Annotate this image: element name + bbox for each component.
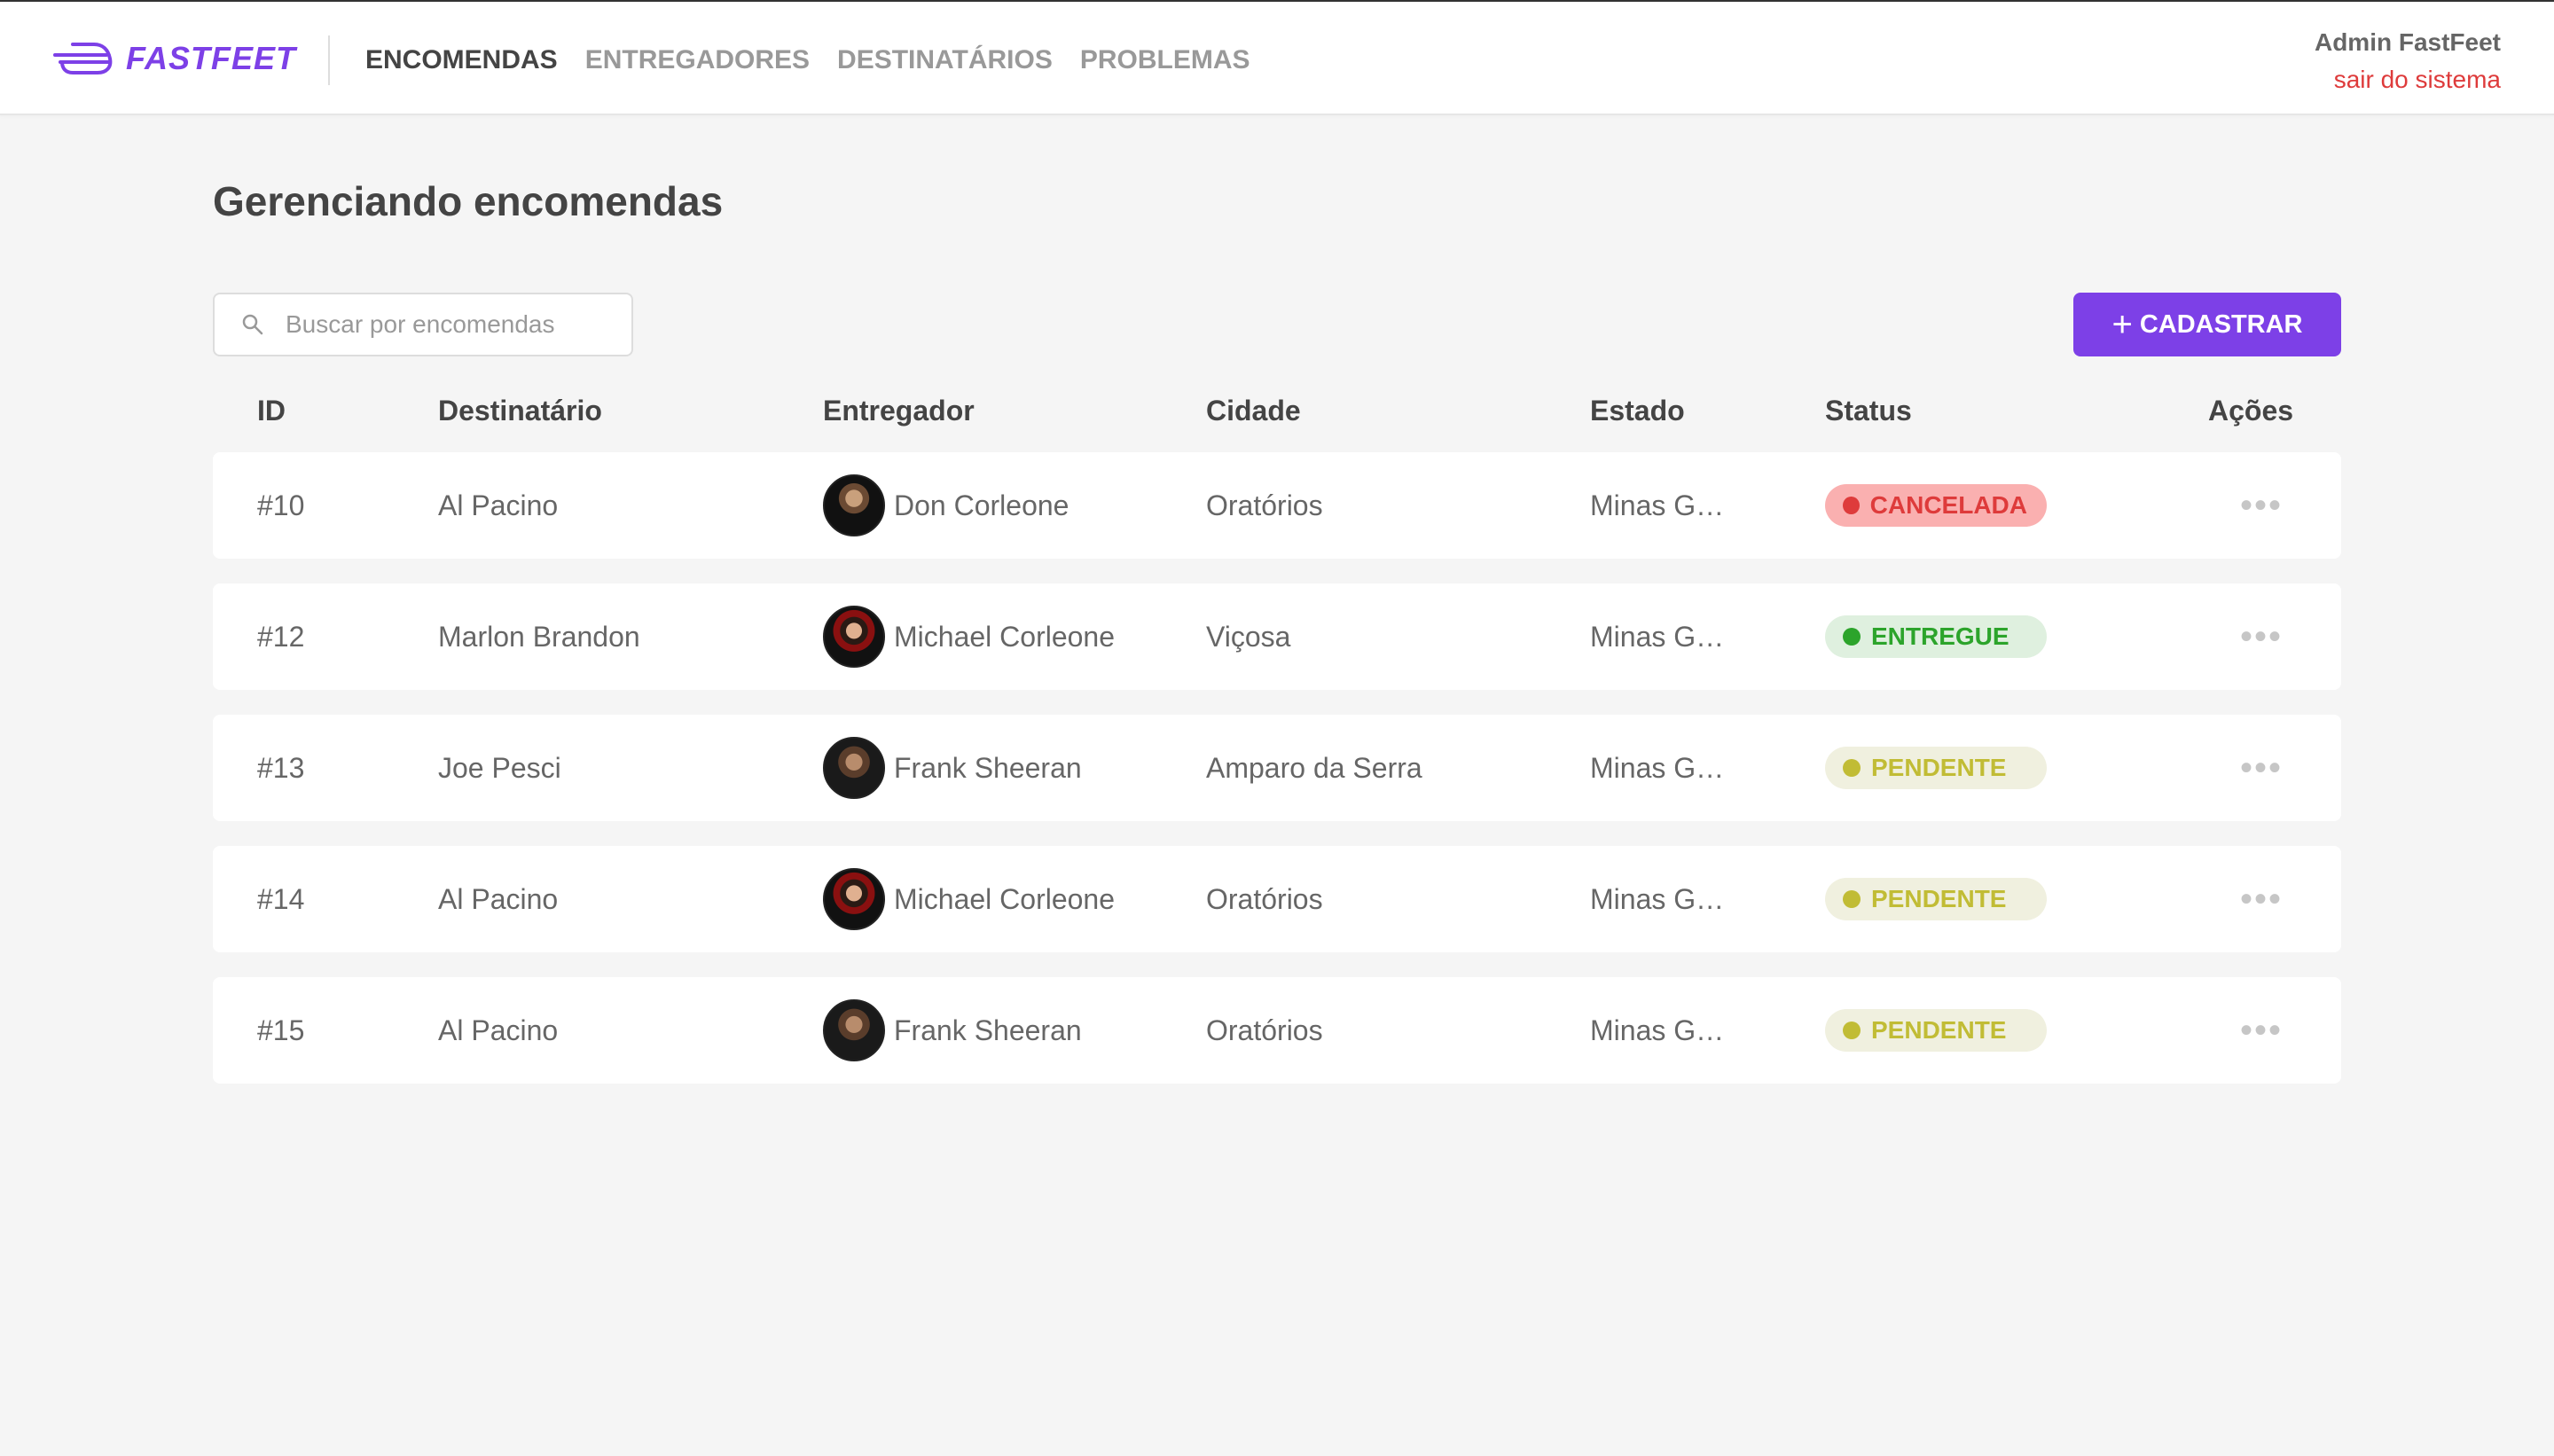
- logo-text: FASTFEET: [126, 40, 297, 76]
- nav-item-entregadores[interactable]: ENTREGADORES: [585, 43, 810, 78]
- state: Minas Gerais: [1590, 1014, 1732, 1046]
- state-cell: Minas Gerais: [1590, 583, 1732, 690]
- table-row: #14 Al Pacino Michael Corleone Oratórios…: [213, 846, 2341, 952]
- nav-item-problemas[interactable]: PROBLEMAS: [1080, 43, 1250, 78]
- column-header-state: Estado: [1590, 395, 1685, 427]
- column-header-status: Status: [1825, 395, 1912, 427]
- more-horizontal-icon[interactable]: •••: [2240, 715, 2283, 821]
- table-row: #12 Marlon Brandon Michael Corleone Viço…: [213, 583, 2341, 690]
- page-title: Gerenciando encomendas: [213, 178, 724, 224]
- deliveryman-cell: Frank Sheeran: [823, 977, 1082, 1084]
- nav-item-destinatarios[interactable]: DESTINATÁRIOS: [837, 43, 1053, 78]
- recipient-name: Al Pacino: [438, 1014, 559, 1046]
- status-label: PENDENTE: [1871, 1016, 2007, 1044]
- order-id: #12: [257, 620, 305, 653]
- recipient-name: Joe Pesci: [438, 751, 561, 784]
- table-header: ID Destinatário Entregador Cidade Estado…: [213, 390, 2341, 434]
- status-dot-icon: [1843, 1022, 1861, 1039]
- more-horizontal-icon[interactable]: •••: [2240, 583, 2283, 690]
- add-order-button-label: CADASTRAR: [2139, 309, 2303, 339]
- search-box[interactable]: [213, 293, 633, 356]
- search-input[interactable]: [286, 310, 623, 339]
- more-horizontal-icon[interactable]: •••: [2240, 452, 2283, 559]
- status-dot-icon: [1843, 890, 1861, 908]
- city: Viçosa: [1206, 620, 1291, 653]
- order-id: #15: [257, 1014, 305, 1046]
- deliveryman-cell: Michael Corleone: [823, 583, 1115, 690]
- recipient-name: Al Pacino: [438, 882, 559, 915]
- deliveryman-name: Frank Sheeran: [894, 751, 1082, 784]
- plus-icon: +: [2111, 305, 2133, 344]
- table-row: #15 Al Pacino Frank Sheeran Oratórios Mi…: [213, 977, 2341, 1084]
- deliveryman-name: Michael Corleone: [894, 620, 1116, 653]
- main-nav: ENCOMENDAS ENTREGADORES DESTINATÁRIOS PR…: [365, 43, 1278, 78]
- more-horizontal-icon[interactable]: •••: [2240, 846, 2283, 952]
- status-badge: CANCELADA: [1825, 484, 2047, 527]
- user-menu: Admin FastFeet sair do sistema: [2315, 27, 2501, 96]
- column-header-actions: Ações: [2208, 395, 2294, 427]
- status-label: CANCELADA: [1869, 491, 2027, 519]
- logo[interactable]: FASTFEET: [53, 34, 296, 83]
- search-icon: [242, 314, 263, 335]
- city: Amparo da Serra: [1206, 751, 1422, 784]
- order-id: #13: [257, 751, 305, 784]
- fast-truck-icon: [53, 43, 113, 74]
- state-cell: Minas Gerais: [1590, 846, 1732, 952]
- avatar: [823, 999, 885, 1061]
- add-order-button[interactable]: + CADASTRAR: [2073, 293, 2341, 356]
- status-cell: PENDENTE: [1825, 977, 2047, 1084]
- deliveryman-name: Frank Sheeran: [894, 1014, 1082, 1046]
- status-badge: PENDENTE: [1825, 747, 2047, 789]
- status-badge: PENDENTE: [1825, 1009, 2047, 1052]
- status-cell: PENDENTE: [1825, 846, 2047, 952]
- column-header-id: ID: [257, 395, 286, 427]
- header-divider: [328, 35, 330, 85]
- deliveryman-name: Don Corleone: [894, 489, 1069, 521]
- state: Minas Gerais: [1590, 882, 1732, 915]
- orders-table: #10 Al Pacino Don Corleone Oratórios Min…: [213, 452, 2341, 1108]
- avatar: [823, 737, 885, 799]
- city: Oratórios: [1206, 489, 1323, 521]
- status-dot-icon: [1843, 497, 1860, 514]
- state-cell: Minas Gerais: [1590, 715, 1732, 821]
- status-label: PENDENTE: [1871, 885, 2007, 912]
- deliveryman-name: Michael Corleone: [894, 882, 1116, 915]
- table-row: #13 Joe Pesci Frank Sheeran Amparo da Se…: [213, 715, 2341, 821]
- status-badge: PENDENTE: [1825, 878, 2047, 920]
- nav-item-encomendas[interactable]: ENCOMENDAS: [365, 43, 558, 78]
- avatar: [823, 868, 885, 930]
- order-id: #14: [257, 882, 305, 915]
- column-header-city: Cidade: [1206, 395, 1301, 427]
- logout-link[interactable]: sair do sistema: [2315, 64, 2501, 96]
- state: Minas Gerais: [1590, 489, 1732, 521]
- status-cell: CANCELADA: [1825, 452, 2047, 559]
- recipient-name: Al Pacino: [438, 489, 559, 521]
- state: Minas Gerais: [1590, 751, 1732, 784]
- more-horizontal-icon[interactable]: •••: [2240, 977, 2283, 1084]
- status-cell: PENDENTE: [1825, 715, 2047, 821]
- city: Oratórios: [1206, 882, 1323, 915]
- status-dot-icon: [1843, 759, 1861, 777]
- deliveryman-cell: Michael Corleone: [823, 846, 1115, 952]
- column-header-deliveryman: Entregador: [823, 395, 975, 427]
- user-name: Admin FastFeet: [2314, 28, 2501, 56]
- avatar: [823, 606, 885, 668]
- column-header-recipient: Destinatário: [438, 395, 602, 427]
- deliveryman-cell: Frank Sheeran: [823, 715, 1082, 821]
- avatar: [823, 474, 885, 536]
- recipient-name: Marlon Brandon: [438, 620, 640, 653]
- table-row: #10 Al Pacino Don Corleone Oratórios Min…: [213, 452, 2341, 559]
- city: Oratórios: [1206, 1014, 1323, 1046]
- status-label: ENTREGUE: [1871, 622, 2010, 650]
- status-badge: ENTREGUE: [1825, 615, 2047, 658]
- state: Minas Gerais: [1590, 620, 1732, 653]
- state-cell: Minas Gerais: [1590, 977, 1732, 1084]
- status-dot-icon: [1843, 628, 1861, 646]
- deliveryman-cell: Don Corleone: [823, 452, 1069, 559]
- status-cell: ENTREGUE: [1825, 583, 2047, 690]
- order-id: #10: [257, 489, 305, 521]
- top-header: FASTFEET ENCOMENDAS ENTREGADORES DESTINA…: [0, 2, 2554, 115]
- status-label: PENDENTE: [1871, 754, 2007, 781]
- state-cell: Minas Gerais: [1590, 452, 1732, 559]
